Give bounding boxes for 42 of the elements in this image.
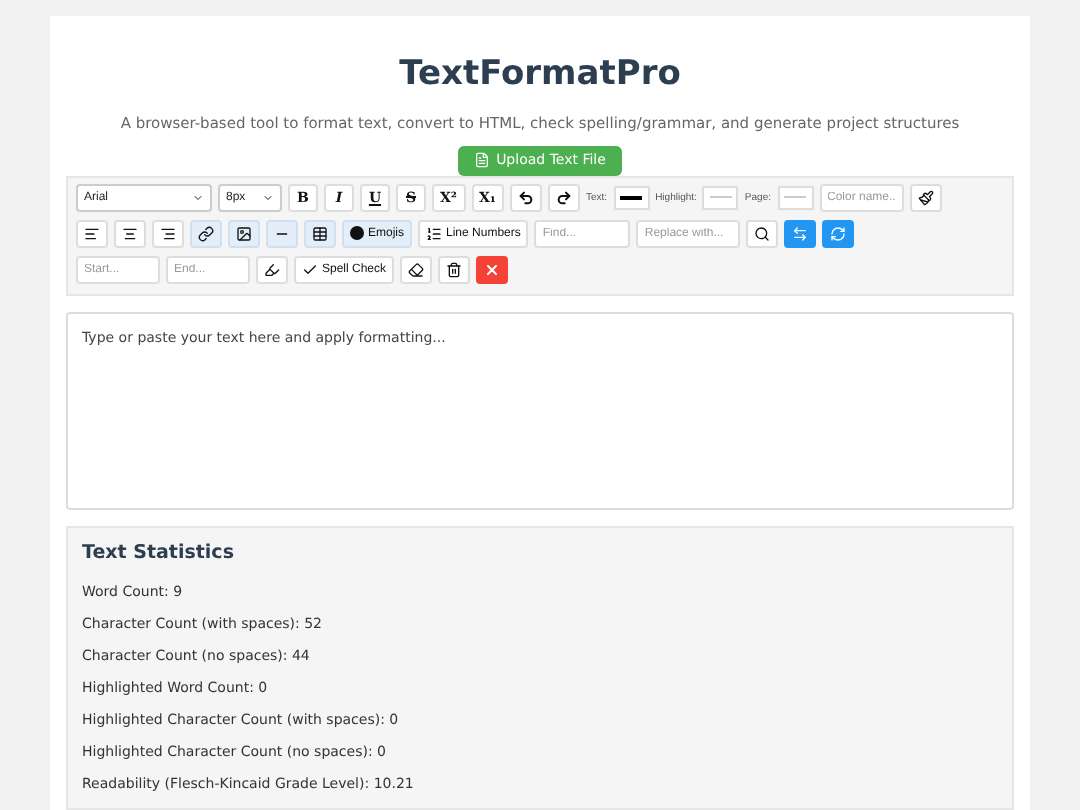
horizontal-line-button[interactable] [266,219,298,248]
redo-button[interactable] [548,183,580,212]
align-center-button[interactable] [114,219,146,248]
chevron-down-icon [192,191,204,204]
search-button[interactable] [746,219,779,248]
highlighter-icon [264,261,280,278]
undo-icon [518,189,534,206]
close-icon [484,261,501,278]
align-right-icon [160,225,176,242]
numbered-list-icon [426,225,443,242]
file-icon [474,152,491,169]
undo-button[interactable] [510,183,542,212]
table-icon [312,225,328,242]
paintbrush-icon [917,189,933,206]
align-left-button[interactable] [76,219,108,248]
statistics-title: Text Statistics [82,542,236,564]
highlight-color-picker[interactable] [702,185,739,210]
eraser-button[interactable] [400,255,433,284]
align-left-icon [84,225,100,242]
image-button[interactable] [228,219,260,248]
replace-all-button[interactable] [822,219,855,248]
text-color-picker[interactable] [613,185,650,210]
table-button[interactable] [304,219,336,248]
check-icon [302,261,318,278]
align-right-button[interactable] [152,219,184,248]
app-title: TextFormatPro [397,54,683,94]
search-icon [754,225,771,242]
refresh-icon [830,225,847,242]
image-icon [236,225,252,242]
circle-icon [350,226,364,241]
eraser-icon [408,261,425,278]
chevron-down-icon [262,191,274,204]
trash-icon [446,261,463,278]
paintbrush-button[interactable] [909,183,941,212]
delete-button[interactable] [438,255,471,284]
highlighter-button[interactable] [256,255,288,284]
align-center-icon [122,225,138,242]
page-color-picker[interactable] [777,185,813,210]
link-button[interactable] [190,219,222,248]
redo-icon [556,189,572,206]
swap-arrows-icon [792,225,809,242]
link-icon [198,225,214,242]
